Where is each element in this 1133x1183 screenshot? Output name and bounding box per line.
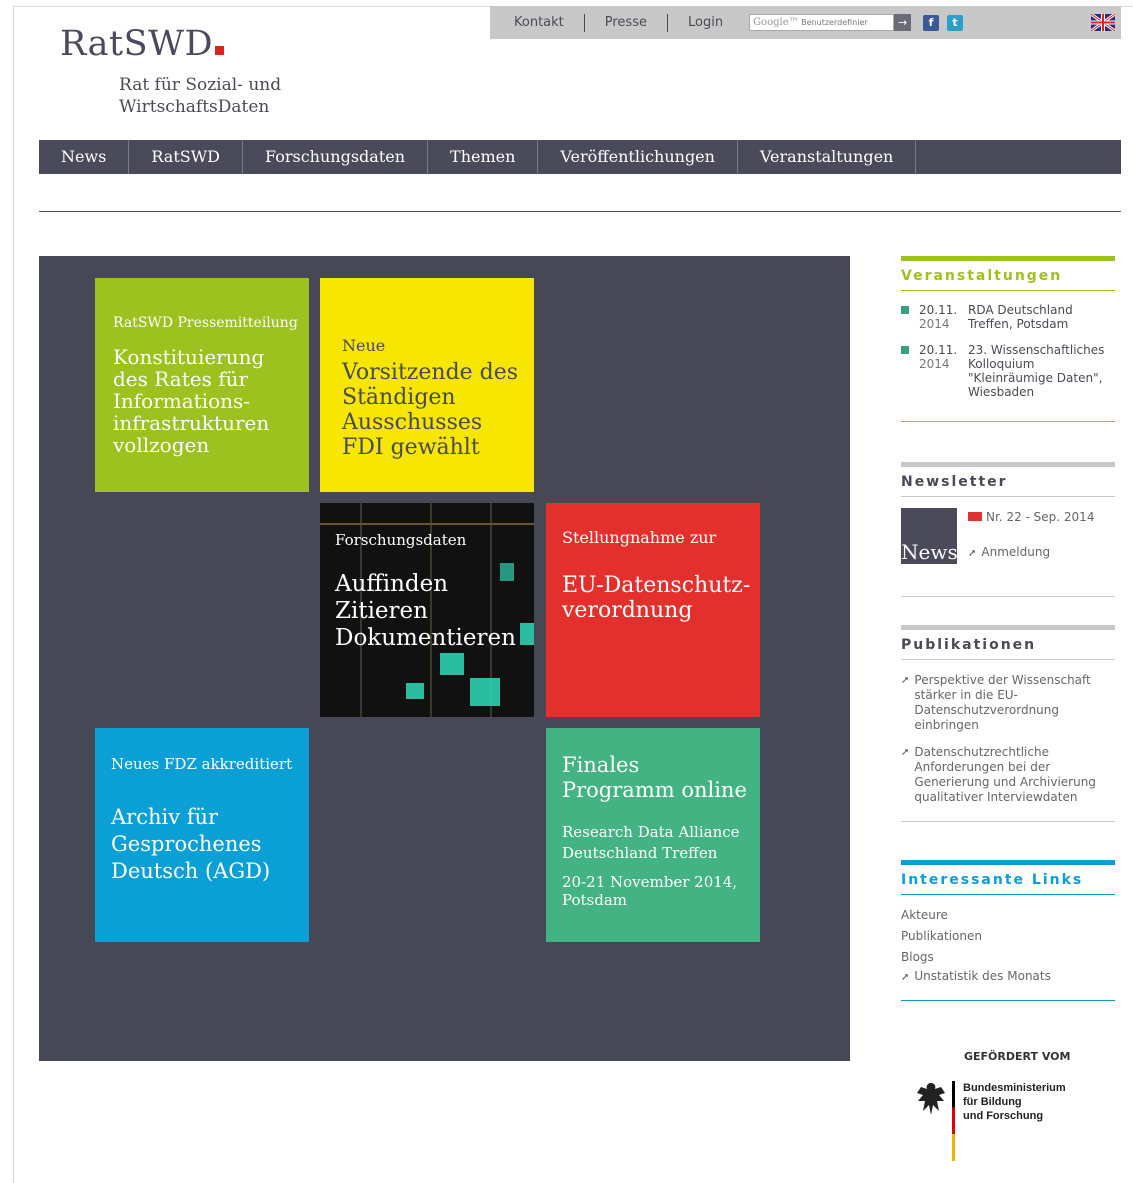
- cube-decoration: [470, 678, 500, 706]
- cube-decoration: [406, 683, 424, 699]
- event-item[interactable]: 20.11. 2014 23. Wissenschaftliches Kolloq…: [901, 343, 1115, 399]
- links-title: Interessante Links: [901, 865, 1115, 895]
- newsletter-title: Newsletter: [901, 467, 1115, 497]
- tile-kicker: Neue: [342, 336, 386, 355]
- events-box: Veranstaltungen 20.11. 2014 RDA Deutschla…: [901, 256, 1115, 422]
- newsletter-thumbnail[interactable]: News: [901, 508, 957, 564]
- newsletter-issue-link[interactable]: Nr. 22 - Sep. 2014: [986, 510, 1094, 524]
- tile-stellungnahme[interactable]: Stellungnahme zur EU-Datenschutz-verordn…: [546, 503, 760, 717]
- publication-item[interactable]: ➚ Datenschutzrechtliche Anforderungen bei…: [901, 745, 1115, 805]
- top-bar: Kontakt Presse Login Google™ Benutzerdef…: [490, 6, 1121, 39]
- arrow-icon: ➚: [901, 972, 910, 983]
- events-title: Veranstaltungen: [901, 261, 1115, 291]
- press-link[interactable]: Presse: [585, 13, 668, 32]
- funder-logo[interactable]: GEFÖRDERT VOM Bundesministerium für Bild…: [915, 1050, 1115, 1161]
- links-box: Interessante Links Akteure Publikationen…: [901, 860, 1115, 1001]
- tile-kicker: Neues FDZ akkreditiert: [111, 755, 293, 773]
- section-rule: [901, 821, 1115, 822]
- link-blogs[interactable]: Blogs: [901, 947, 1115, 968]
- tile-title: EU-Datenschutz-verordnung: [562, 573, 751, 623]
- section-rule: [901, 1000, 1115, 1001]
- publications-title: Publikationen: [901, 630, 1115, 660]
- nav-themen[interactable]: Themen: [428, 140, 539, 174]
- tile-kicker: Forschungsdaten: [335, 531, 467, 549]
- arrow-icon: ➚: [901, 747, 910, 758]
- tile-title: Auffinden Zitieren Dokumentieren: [335, 571, 516, 651]
- main-nav: News RatSWD Forschungsdaten Themen Veröf…: [39, 140, 1121, 174]
- tile-date: 20-21 November 2014, Potsdam: [562, 873, 738, 909]
- tile-kicker: Stellungnahme zur: [562, 528, 717, 547]
- tile-vorsitzende[interactable]: Neue Vorsitzende des Ständigen Ausschuss…: [320, 278, 534, 492]
- tile-fdz[interactable]: Neues FDZ akkreditiert Archiv für Gespro…: [95, 728, 309, 942]
- search-input[interactable]: Google™ Benutzerdefinier: [749, 14, 895, 31]
- nav-ratswd[interactable]: RatSWD: [129, 140, 243, 174]
- section-rule: [901, 421, 1115, 422]
- tile-pressemitteilung[interactable]: RatSWD Pressemitteilung Konstituierung d…: [95, 278, 309, 492]
- facebook-icon[interactable]: f: [923, 14, 940, 31]
- event-item[interactable]: 20.11. 2014 RDA Deutschland Treffen, Pots…: [901, 303, 1115, 331]
- tile-forschungsdaten[interactable]: Forschungsdaten Auffinden Zitieren Dokum…: [320, 503, 534, 717]
- nav-veroeffentlichungen[interactable]: Veröffentlichungen: [538, 140, 738, 174]
- bullet-icon: [901, 346, 909, 354]
- uk-flag-icon[interactable]: [1091, 14, 1115, 31]
- tile-subtitle: Research Data Alliance Deutschland Treff…: [562, 823, 740, 862]
- tile-title: Konstituierung des Rates für Information…: [113, 345, 270, 457]
- teaser-stage: RatSWD Pressemitteilung Konstituierung d…: [39, 256, 850, 1061]
- eagle-icon: [917, 1083, 945, 1115]
- link-akteure[interactable]: Akteure: [901, 905, 1115, 926]
- publication-item[interactable]: ➚ Perspektive der Wissenschaft stärker in…: [901, 673, 1115, 733]
- tile-title: Archiv für Gesprochenes Deutsch (AGD): [111, 805, 271, 883]
- nav-news[interactable]: News: [39, 140, 130, 174]
- arrow-icon: ➚: [968, 548, 977, 559]
- site-logo[interactable]: RatSWD: [60, 24, 225, 64]
- tile-title: Vorsitzende des Ständigen Ausschusses FD…: [342, 360, 519, 460]
- link-publikationen[interactable]: Publikationen: [901, 926, 1115, 947]
- pdf-icon: [968, 512, 982, 521]
- newsletter-box: Newsletter News Nr. 22 - Sep. 2014 ➚ Anme…: [901, 462, 1115, 597]
- nav-forschungsdaten[interactable]: Forschungsdaten: [243, 140, 429, 174]
- nav-veranstaltungen[interactable]: Veranstaltungen: [738, 140, 917, 174]
- funder-heading: GEFÖRDERT VOM: [964, 1050, 1071, 1063]
- newsletter-signup-link[interactable]: Anmeldung: [981, 545, 1050, 559]
- tile-kicker: RatSWD Pressemitteilung: [113, 315, 298, 331]
- twitter-icon[interactable]: t: [947, 14, 964, 31]
- grid-decoration: [320, 523, 534, 525]
- tile-rda-programm[interactable]: Finales Programm online Research Data Al…: [546, 728, 760, 942]
- publications-box: Publikationen ➚ Perspektive der Wissensch…: [901, 625, 1115, 822]
- separator-line: [39, 211, 1121, 212]
- login-link[interactable]: Login: [668, 14, 743, 32]
- search-submit-button[interactable]: →: [894, 14, 912, 31]
- logo-subtitle: Rat für Sozial- und WirtschaftsDaten: [119, 75, 282, 117]
- tile-title: Finales Programm online: [562, 753, 747, 802]
- section-rule: [901, 596, 1115, 597]
- cube-decoration: [520, 623, 534, 645]
- logo-red-square: [215, 46, 225, 55]
- arrow-icon: ➚: [901, 675, 910, 686]
- bullet-icon: [901, 306, 909, 314]
- link-unstatistik[interactable]: Unstatistik des Monats: [914, 969, 1050, 983]
- cube-decoration: [440, 653, 464, 675]
- funder-name: Bundesministerium für Bildung und Forsch…: [963, 1082, 1066, 1122]
- flag-stripe: [952, 1081, 955, 1161]
- contact-link[interactable]: Kontakt: [490, 13, 585, 32]
